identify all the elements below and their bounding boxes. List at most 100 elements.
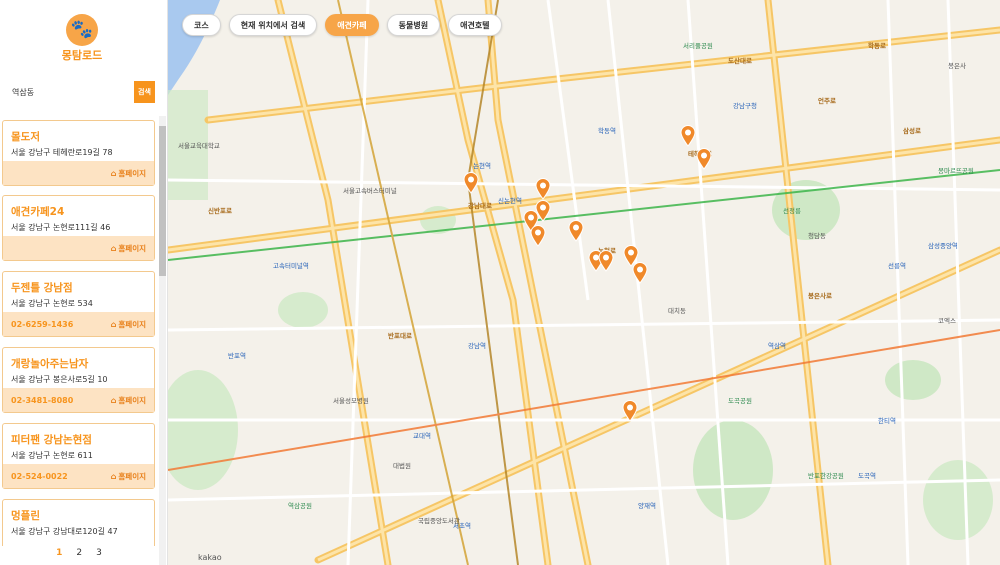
- category-tab[interactable]: 동물병원: [386, 14, 441, 36]
- place-card[interactable]: 멍플린 서울 강남구 강남대로120길 47: [2, 499, 155, 546]
- map-marker-pin-icon[interactable]: [680, 125, 696, 147]
- map-label: 언주로: [818, 97, 836, 105]
- map-label: 대법원: [393, 462, 411, 470]
- homepage-label: 홈페이지: [118, 168, 146, 178]
- map-view[interactable]: kakao 신반포로강남대로테헤란로논현로언주로봉은사로도산대로학동로반포대로삼…: [168, 0, 1000, 565]
- category-tab[interactable]: 코스: [182, 14, 221, 36]
- place-card-footer: 02-3481-8080 ⌂ 홈페이지: [3, 388, 154, 412]
- map-label: 신반포로: [208, 207, 232, 215]
- homepage-label: 홈페이지: [118, 395, 146, 405]
- search-button[interactable]: 검색: [134, 81, 155, 103]
- homepage-link[interactable]: ⌂ 홈페이지: [111, 319, 146, 330]
- map-label: 한티역: [878, 417, 896, 425]
- place-card-footer: 02-524-0022 ⌂ 홈페이지: [3, 464, 154, 488]
- homepage-link[interactable]: ⌂ 홈페이지: [111, 471, 146, 482]
- place-name[interactable]: 몰도저: [11, 129, 40, 144]
- place-address: 서울 강남구 봉은사로5길 10: [11, 375, 108, 384]
- page-number[interactable]: 2: [76, 548, 82, 558]
- home-icon: ⌂: [110, 243, 117, 253]
- place-phone[interactable]: 02-3481-8080: [11, 396, 73, 405]
- app-root: 🐾 몽탐로드 검색 몰도저서울 강남구 테헤란로19길 78⌂홈페이지애견카페2…: [0, 0, 1000, 565]
- map-marker-pin-icon[interactable]: [568, 220, 584, 242]
- map-marker-pin-icon[interactable]: [535, 178, 551, 200]
- homepage-link[interactable]: ⌂ 홈페이지: [111, 395, 146, 406]
- place-address: 서울 강남구 논현로 611: [11, 451, 93, 460]
- place-phone[interactable]: 02-524-0022: [11, 472, 68, 481]
- place-address: 서울 강남구 테헤란로19길 78: [11, 148, 113, 157]
- map-label: 역삼역: [768, 342, 786, 350]
- map-label: 도곡공원: [728, 397, 752, 405]
- map-label: 선정릉: [783, 207, 801, 215]
- map-label: 봉은사: [948, 62, 966, 70]
- place-name[interactable]: 애견카페24: [11, 204, 64, 219]
- map-marker-pin-icon[interactable]: [530, 225, 546, 247]
- map-label: 강남대로: [468, 202, 492, 210]
- category-tab[interactable]: 현재 위치에서 검색: [228, 14, 318, 36]
- place-card-footer: 02-6259-1436 ⌂ 홈페이지: [3, 312, 154, 336]
- category-tab[interactable]: 애견카페: [325, 14, 379, 36]
- home-icon: ⌂: [110, 395, 117, 405]
- place-phone[interactable]: 02-6259-1436: [11, 320, 73, 329]
- map-label: 선릉역: [888, 262, 906, 270]
- place-name[interactable]: 개랑놀아주는남자: [11, 356, 88, 371]
- map-label: 반포역: [228, 352, 246, 360]
- home-icon: ⌂: [110, 319, 117, 329]
- map-label: 서울성모병원: [333, 397, 369, 405]
- home-icon: ⌂: [110, 471, 117, 481]
- map-label: 강남역: [468, 342, 486, 350]
- place-card-footer: ⌂ 홈페이지: [3, 236, 154, 260]
- map-label: 반포대로: [388, 332, 412, 340]
- map-label: 도산대로: [728, 57, 752, 65]
- homepage-label: 홈페이지: [118, 471, 146, 481]
- map-label: 고속터미널역: [273, 262, 309, 270]
- map-label: 논현역: [473, 162, 491, 170]
- place-name[interactable]: 피터팬 강남논현점: [11, 432, 92, 447]
- map-marker-pin-icon[interactable]: [696, 148, 712, 170]
- map-label: 코엑스: [938, 317, 956, 325]
- map-label: 반포한강공원: [808, 472, 844, 480]
- page-number[interactable]: 1: [56, 548, 62, 558]
- search-input[interactable]: [5, 81, 134, 103]
- place-name[interactable]: 멍플린: [11, 508, 40, 523]
- app-logo[interactable]: 🐾 몽탐로드: [60, 14, 104, 66]
- homepage-label: 홈페이지: [118, 319, 146, 329]
- search-bar: 검색: [5, 81, 155, 103]
- home-icon: ⌂: [110, 168, 117, 178]
- place-card[interactable]: 몰도저서울 강남구 테헤란로19길 78 ⌂ 홈페이지: [2, 120, 155, 186]
- place-card[interactable]: 개랑놀아주는남자서울 강남구 봉은사로5길 10 02-3481-8080 ⌂ 홈페이…: [2, 347, 155, 413]
- sidebar: 🐾 몽탐로드 검색 몰도저서울 강남구 테헤란로19길 78⌂홈페이지애견카페2…: [0, 0, 168, 565]
- page-number[interactable]: 3: [96, 548, 102, 558]
- map-label: 국립중앙도서관: [418, 517, 460, 525]
- map-label: 서울교육대학교: [178, 142, 220, 150]
- map-label: 역삼공원: [288, 502, 312, 510]
- map-label: 양재역: [638, 502, 656, 510]
- map-marker-pin-icon[interactable]: [632, 262, 648, 284]
- scrollbar-thumb[interactable]: [159, 126, 166, 276]
- map-marker-pin-icon[interactable]: [598, 250, 614, 272]
- map-attribution: kakao: [198, 553, 222, 562]
- place-card[interactable]: 두젠틀 강남점서울 강남구 논현로 534 02-6259-1436 ⌂ 홈페이지: [2, 271, 155, 337]
- place-card-footer: ⌂ 홈페이지: [3, 161, 154, 185]
- map-label: 봉은사로: [808, 292, 832, 300]
- category-tabs: 코스 현재 위치에서 검색 애견카페 동물병원 애견호텔: [182, 14, 502, 36]
- map-label: 도곡역: [858, 472, 876, 480]
- map-marker-pin-icon[interactable]: [622, 400, 638, 422]
- pagination: 1 2 3: [0, 548, 158, 558]
- place-address: 서울 강남구 논현로 534: [11, 299, 93, 308]
- homepage-link[interactable]: ⌂ 홈페이지: [111, 168, 146, 179]
- map-label: 신논현역: [498, 197, 522, 205]
- place-name[interactable]: 두젠틀 강남점: [11, 280, 73, 295]
- map-label: 서리풀공원: [683, 42, 713, 50]
- map-label: 교대역: [413, 432, 431, 440]
- place-card[interactable]: 피터팬 강남논현점서울 강남구 논현로 611 02-524-0022 ⌂ 홈페이지: [2, 423, 155, 489]
- place-card[interactable]: 애견카페24 서울 강남구 논현로111길 46 ⌂ 홈페이지: [2, 195, 155, 261]
- map-label: 몽마르뜨공원: [938, 167, 974, 175]
- map-marker-pin-icon[interactable]: [463, 172, 479, 194]
- map-label: 학동로: [868, 42, 886, 50]
- list-scrollbar[interactable]: [159, 116, 166, 565]
- homepage-label: 홈페이지: [118, 243, 146, 253]
- homepage-link[interactable]: ⌂ 홈페이지: [111, 243, 146, 254]
- place-address: 서울 강남구 논현로111길 46: [11, 223, 111, 232]
- category-tab[interactable]: 애견호텔: [448, 14, 502, 36]
- map-canvas[interactable]: kakao: [168, 0, 1000, 565]
